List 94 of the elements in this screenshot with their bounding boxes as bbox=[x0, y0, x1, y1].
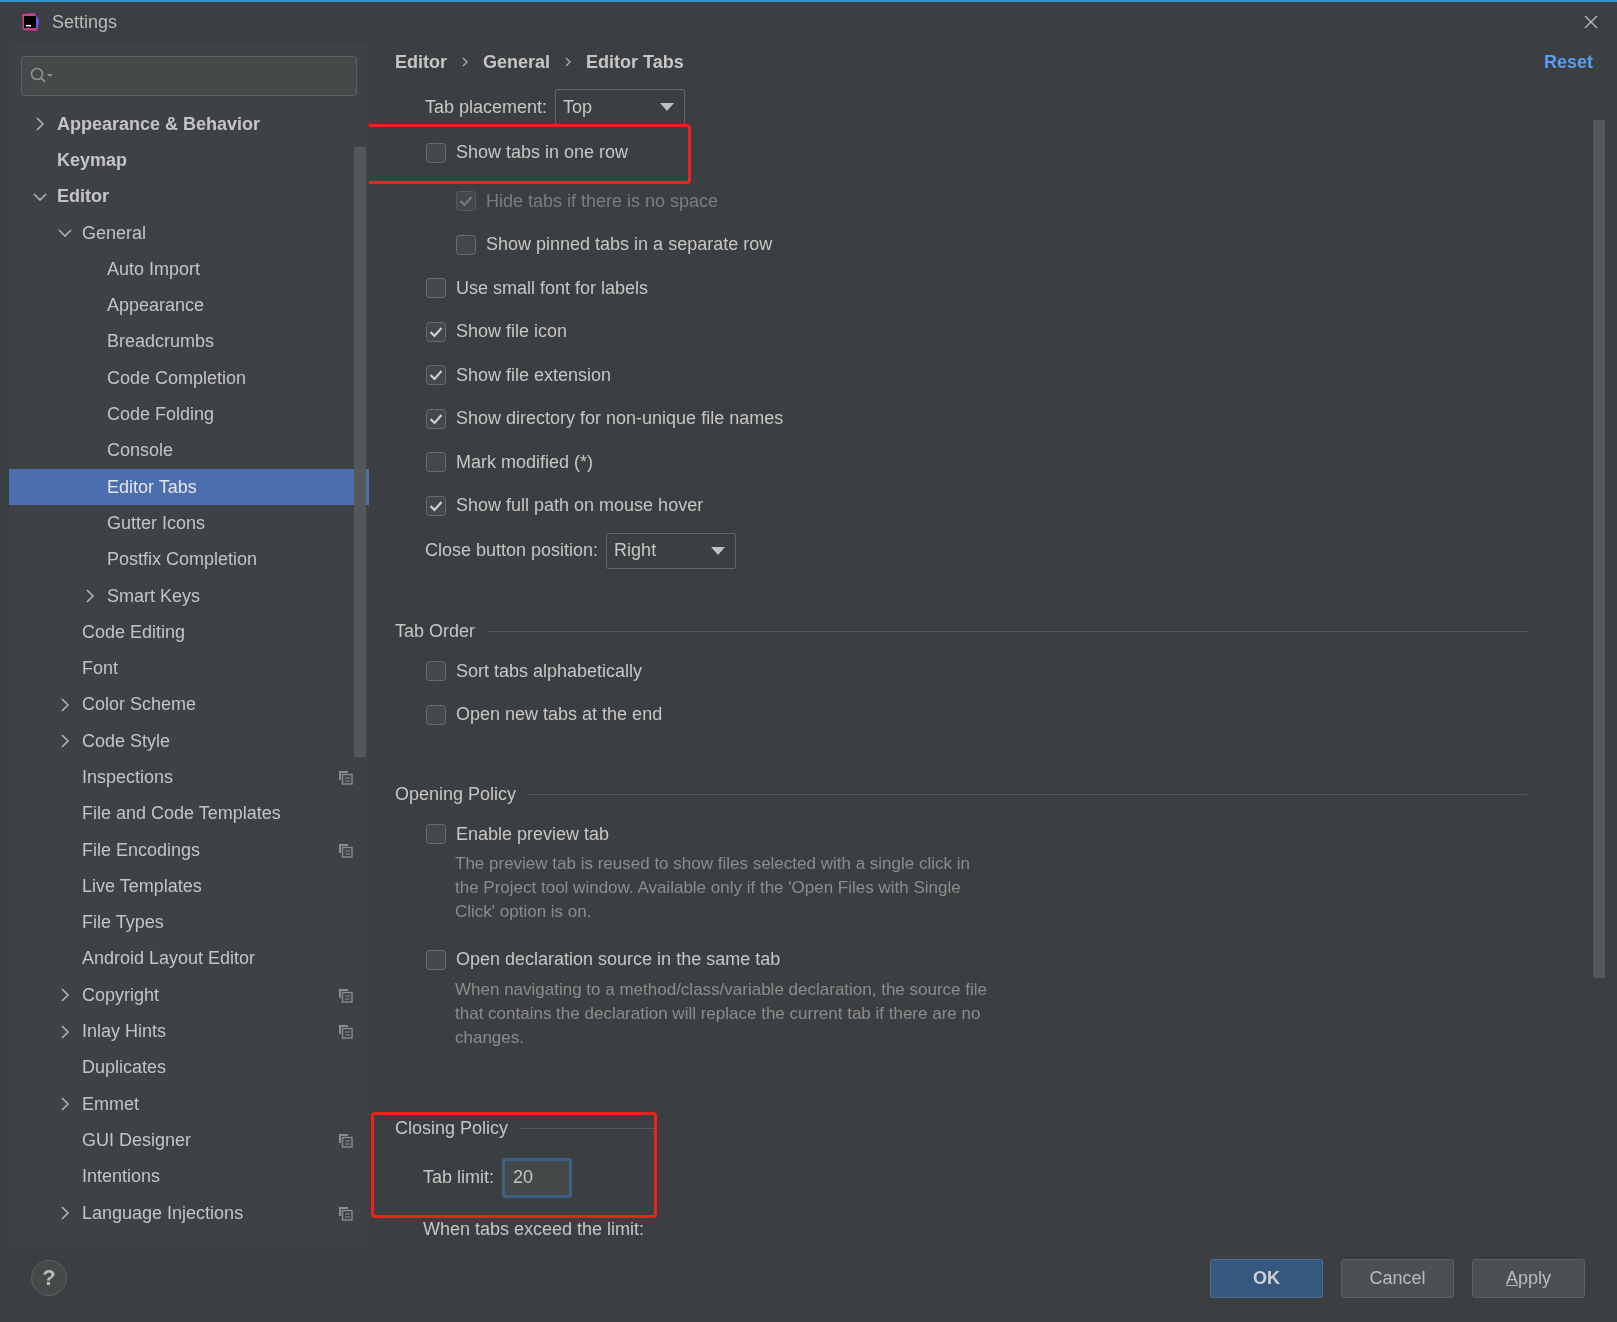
field-label: Tab limit: bbox=[423, 1167, 494, 1188]
tree-item[interactable]: Code Style bbox=[9, 723, 369, 760]
breadcrumb-item[interactable]: General bbox=[483, 51, 551, 73]
checkbox-label[interactable]: Show directory for non-unique file names bbox=[456, 408, 784, 430]
checkbox[interactable] bbox=[426, 408, 446, 429]
tree-item[interactable]: Appearance & Behavior bbox=[9, 106, 369, 143]
tree-item[interactable]: Duplicates bbox=[9, 1049, 369, 1086]
dropdown[interactable]: Right bbox=[606, 532, 737, 569]
checkbox[interactable] bbox=[426, 452, 446, 473]
field-label: Tab placement: bbox=[425, 96, 548, 118]
dialog-button[interactable]: OK bbox=[1210, 1258, 1323, 1298]
tree-item[interactable]: Appearance bbox=[9, 287, 369, 324]
checkbox-label[interactable]: Show full path on mouse hover bbox=[456, 495, 704, 517]
help-button[interactable]: ? bbox=[31, 1260, 67, 1296]
breadcrumb-item[interactable]: Editor bbox=[395, 51, 447, 73]
section-title: Opening Policy bbox=[395, 784, 517, 805]
checkbox-label[interactable]: Show tabs in one row bbox=[456, 142, 629, 164]
checkbox[interactable] bbox=[426, 824, 446, 845]
tree-item[interactable]: Font bbox=[9, 650, 369, 687]
tree-item[interactable]: Color Scheme bbox=[9, 686, 369, 724]
tree-item[interactable]: Emmet bbox=[9, 1086, 369, 1123]
section-text: When tabs exceed the limit: bbox=[422, 1218, 646, 1241]
field-label: Close button position: bbox=[425, 540, 599, 561]
checkbox[interactable] bbox=[426, 321, 446, 342]
chevron-right-icon[interactable] bbox=[58, 697, 72, 712]
dialog-button[interactable]: Cancel bbox=[1341, 1258, 1454, 1298]
chevron-right-icon bbox=[564, 57, 573, 67]
tree-item[interactable]: General bbox=[9, 214, 369, 252]
tree-item[interactable]: Breadcrumbs bbox=[9, 323, 369, 361]
checkbox-label[interactable]: Use small font for labels bbox=[456, 277, 649, 299]
chevron-right-icon bbox=[461, 57, 469, 67]
tree-item[interactable]: Code Folding bbox=[9, 396, 369, 433]
checkbox[interactable] bbox=[426, 949, 446, 970]
tree-item[interactable]: Copyright bbox=[9, 977, 369, 1014]
tree-item[interactable]: Android Layout Editor bbox=[9, 940, 369, 978]
search-icon bbox=[30, 67, 54, 85]
tree-item[interactable]: Live Templates bbox=[9, 868, 369, 905]
tree-item[interactable]: Inspections bbox=[9, 759, 369, 796]
checkbox[interactable] bbox=[426, 365, 446, 386]
tree-item[interactable]: Console bbox=[9, 432, 369, 469]
checkbox[interactable] bbox=[426, 704, 446, 725]
tree-item[interactable]: Language Injections bbox=[9, 1194, 369, 1232]
chevron-right-icon[interactable] bbox=[58, 1024, 72, 1039]
checkbox-label[interactable]: Show file icon bbox=[456, 321, 568, 343]
checkbox[interactable] bbox=[426, 661, 446, 682]
tree-item[interactable]: Code Completion bbox=[9, 360, 369, 397]
checkbox-label[interactable]: Open declaration source in the same tab bbox=[456, 949, 781, 971]
tree-item[interactable]: Intentions bbox=[9, 1158, 369, 1195]
window-title: Settings bbox=[52, 11, 118, 33]
chevron-right-icon[interactable] bbox=[58, 1206, 72, 1221]
app-logo-icon bbox=[20, 12, 40, 32]
tab-limit-field[interactable]: 20 bbox=[502, 1157, 572, 1198]
checkbox[interactable] bbox=[426, 278, 446, 299]
chevron-right-icon[interactable] bbox=[58, 988, 72, 1003]
tree-item[interactable]: Editor bbox=[9, 178, 369, 215]
checkbox-label[interactable]: Show file extension bbox=[456, 364, 612, 386]
close-icon[interactable] bbox=[1583, 14, 1599, 30]
chevron-right-icon[interactable] bbox=[58, 1097, 72, 1112]
reset-link[interactable]: Reset bbox=[1543, 51, 1593, 73]
option-description: When navigating to a method/class/variable declaration, the source file that contains the declaration will replace the current tab if there are no changes. bbox=[454, 978, 989, 1049]
section-title: Tab Order bbox=[395, 621, 476, 642]
caret-icon bbox=[660, 103, 675, 111]
checkbox[interactable] bbox=[426, 495, 446, 516]
checkbox-label[interactable]: Sort tabs alphabetically bbox=[456, 660, 643, 682]
dropdown[interactable]: Top bbox=[555, 89, 686, 125]
scrollbar[interactable] bbox=[1593, 120, 1605, 978]
dialog-button[interactable]: Apply bbox=[1472, 1258, 1585, 1298]
tree-item[interactable]: Gutter Icons bbox=[9, 505, 369, 542]
checkbox[interactable] bbox=[426, 142, 446, 163]
chevron-right-icon[interactable] bbox=[83, 589, 97, 603]
tree-item[interactable]: Inlay Hints bbox=[9, 1013, 369, 1050]
search-field[interactable] bbox=[21, 56, 357, 96]
tree-item[interactable]: File and Code Templates bbox=[9, 795, 369, 832]
tree-item[interactable]: Keymap bbox=[9, 142, 369, 179]
breadcrumb-item[interactable]: Editor Tabs bbox=[586, 51, 684, 73]
tree-item[interactable]: Editor Tabs bbox=[9, 468, 369, 506]
checkbox[interactable] bbox=[456, 234, 476, 255]
tree-item[interactable]: Code Editing bbox=[9, 614, 369, 651]
tree-item[interactable]: GUI Designer bbox=[9, 1122, 369, 1159]
tree-item[interactable]: File Types bbox=[9, 904, 369, 941]
section-title: Closing Policy bbox=[395, 1118, 509, 1139]
tree-item[interactable]: Auto Import bbox=[9, 251, 369, 288]
chevron-right-icon[interactable] bbox=[33, 117, 47, 132]
tree-item[interactable]: Smart Keys bbox=[9, 577, 369, 615]
checkbox-label[interactable]: Open new tabs at the end bbox=[456, 704, 663, 726]
chevron-right-icon[interactable] bbox=[58, 734, 72, 749]
tree-item[interactable]: File Encodings bbox=[9, 831, 369, 869]
checkbox-label[interactable]: Mark modified (*) bbox=[456, 451, 594, 473]
scrollbar[interactable] bbox=[354, 147, 366, 757]
tree-item[interactable]: Postfix Completion bbox=[9, 541, 369, 578]
caret-icon bbox=[711, 546, 726, 555]
checkbox-label[interactable]: Show pinned tabs in a separate row bbox=[486, 234, 773, 256]
checkbox-label[interactable]: Enable preview tab bbox=[456, 823, 610, 845]
option-description: The preview tab is reused to show files selected with a single click in the Project tool window. Available only if the 'Open Files with Single Click' option is on. bbox=[454, 853, 971, 923]
